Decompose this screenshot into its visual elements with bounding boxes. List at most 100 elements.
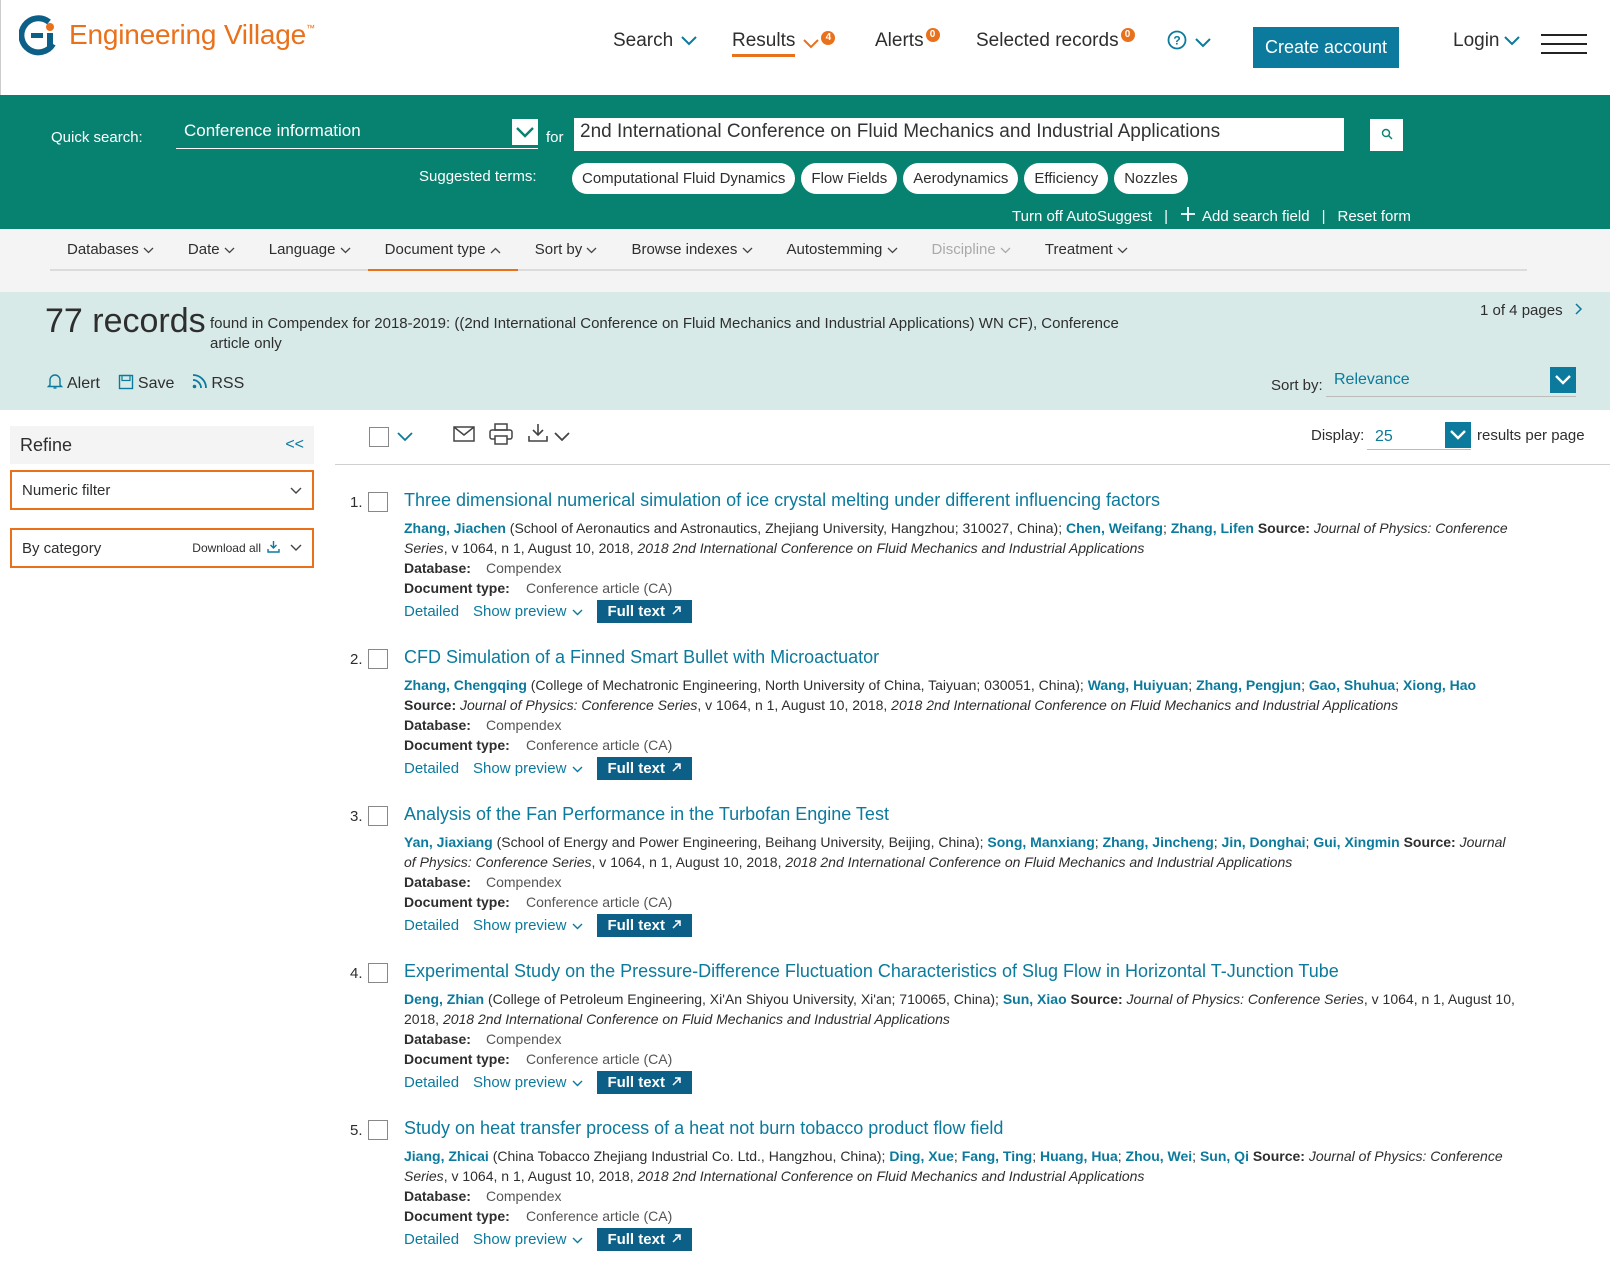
download-icon[interactable] [267,540,280,556]
author-link[interactable]: Jin, Donghai [1222,834,1306,850]
search-field-value: Conference information [184,121,361,140]
tool-autostemming[interactable]: Autostemming [770,229,915,271]
show-preview-link[interactable]: Show preview [473,1074,583,1091]
nav-results[interactable]: Results 4 [732,30,836,57]
chevron-down-icon[interactable] [1550,367,1576,393]
hamburger-menu-icon[interactable] [1541,34,1587,61]
tool-date[interactable]: Date [171,229,252,271]
chevron-right-icon[interactable] [1567,302,1583,319]
results-per-page-select[interactable]: 25 [1367,420,1471,450]
add-search-field-link[interactable]: Add search field [1180,206,1310,226]
author-link[interactable]: Zhang, Lifen [1171,520,1254,536]
nav-login[interactable]: Login [1453,30,1520,52]
record-checkbox[interactable] [368,963,388,983]
author-link[interactable]: Sun, Qi [1200,1148,1249,1164]
record-title-link[interactable]: Study on heat transfer process of a heat… [404,1118,1520,1146]
tool-sort-by[interactable]: Sort by [518,229,615,271]
full-text-button[interactable]: Full text [597,914,692,937]
tool-language[interactable]: Language [252,229,368,271]
author-link[interactable]: Chen, Weifang [1066,520,1163,536]
nav-alerts[interactable]: Alerts 0 [875,28,940,52]
show-preview-link[interactable]: Show preview [473,760,583,777]
suggested-term-chip[interactable]: Nozzles [1114,163,1188,194]
suggested-term-chip[interactable]: Computational Fluid Dynamics [572,163,796,194]
page-indicator[interactable]: 1 of 4 pages [1480,302,1583,319]
record-checkbox[interactable] [368,492,388,512]
detailed-link[interactable]: Detailed [404,917,459,934]
full-text-button[interactable]: Full text [597,757,692,780]
detailed-link[interactable]: Detailed [404,1074,459,1091]
full-text-button[interactable]: Full text [597,1228,692,1251]
author-link[interactable]: Xiong, Hao [1403,677,1476,693]
show-preview-link[interactable]: Show preview [473,917,583,934]
create-account-button[interactable]: Create account [1253,27,1399,68]
tool-browse-indexes[interactable]: Browse indexes [614,229,769,271]
source-conference: 2018 2nd International Conference on Flu… [637,540,1145,556]
author-link[interactable]: Deng, Zhian [404,991,484,1007]
author-link[interactable]: Zhou, Wei [1126,1148,1193,1164]
select-all-checkbox[interactable] [369,427,389,447]
author-link[interactable]: Zhang, Chengqing [404,677,527,693]
turn-off-autosuggest-link[interactable]: Turn off AutoSuggest [1012,208,1152,225]
suggested-term-chip[interactable]: Efficiency [1024,163,1109,194]
record-checkbox[interactable] [368,806,388,826]
detailed-link[interactable]: Detailed [404,760,459,777]
download-icon[interactable] [527,423,549,446]
alert-button[interactable]: Alert [46,373,100,395]
alerts-count-badge: 0 [925,28,940,42]
author-link[interactable]: Zhang, Jincheng [1103,834,1214,850]
search-button[interactable] [1370,119,1403,151]
author-link[interactable]: Sun, Xiao [1003,991,1067,1007]
chevron-down-icon[interactable] [554,429,570,445]
record-title-link[interactable]: Three dimensional numerical simulation o… [404,490,1520,518]
author-link[interactable]: Jiang, Zhicai [404,1148,489,1164]
author-link[interactable]: Zhang, Jiachen [404,520,506,536]
collapse-refine-button[interactable]: << [285,436,304,454]
author-link[interactable]: Gao, Shuhua [1309,677,1395,693]
search-input[interactable]: 2nd International Conference on Fluid Me… [574,118,1344,151]
record-title-link[interactable]: Analysis of the Fan Performance in the T… [404,804,1520,832]
author-link[interactable]: Zhang, Pengjun [1196,677,1301,693]
author-link[interactable]: Fang, Ting [962,1148,1033,1164]
tool-treatment[interactable]: Treatment [1028,229,1145,271]
numeric-filter-facet[interactable]: Numeric filter [10,470,314,510]
full-text-button[interactable]: Full text [597,600,692,623]
full-text-button[interactable]: Full text [597,1071,692,1094]
author-link[interactable]: Ding, Xue [889,1148,954,1164]
tool-document-type[interactable]: Document type [367,229,518,271]
save-button[interactable]: Save [118,373,174,395]
email-icon[interactable] [453,425,475,446]
record-title-link[interactable]: Experimental Study on the Pressure-Diffe… [404,961,1520,989]
chevron-down-icon[interactable] [397,429,413,445]
suggested-term-chip[interactable]: Aerodynamics [903,163,1019,194]
nav-selected-records[interactable]: Selected records 0 [976,28,1135,52]
download-all-link[interactable]: Download all [192,541,261,555]
show-preview-link[interactable]: Show preview [473,603,583,620]
alert-label: Alert [67,375,100,392]
author-link[interactable]: Wang, Huiyuan [1088,677,1189,693]
author-link[interactable]: Yan, Jiaxiang [404,834,493,850]
show-preview-label: Show preview [473,917,567,934]
record-checkbox[interactable] [368,649,388,669]
nav-help[interactable]: ? [1167,30,1211,56]
search-field-select[interactable]: Conference information [176,119,538,149]
author-link[interactable]: Song, Manxiang [987,834,1094,850]
author-link[interactable]: Gui, Xingmin [1313,834,1399,850]
detailed-link[interactable]: Detailed [404,603,459,620]
sort-by-select[interactable]: Relevance [1326,367,1576,397]
nav-search[interactable]: Search [613,30,697,52]
rss-button[interactable]: RSS [192,373,244,395]
print-icon[interactable] [489,423,513,448]
record-checkbox[interactable] [368,1120,388,1140]
suggested-term-chip[interactable]: Flow Fields [801,163,898,194]
chevron-down-icon[interactable] [1445,422,1471,448]
show-preview-link[interactable]: Show preview [473,1231,583,1248]
record-title-link[interactable]: CFD Simulation of a Finned Smart Bullet … [404,647,1520,675]
author-link[interactable]: Huang, Hua [1040,1148,1118,1164]
detailed-link[interactable]: Detailed [404,1231,459,1248]
chevron-down-icon[interactable] [512,119,538,145]
tool-databases[interactable]: Databases [50,229,171,271]
reset-form-link[interactable]: Reset form [1338,208,1411,225]
by-category-facet[interactable]: By category Download all [10,528,314,568]
logo[interactable]: Engineering Village™ [18,14,315,56]
